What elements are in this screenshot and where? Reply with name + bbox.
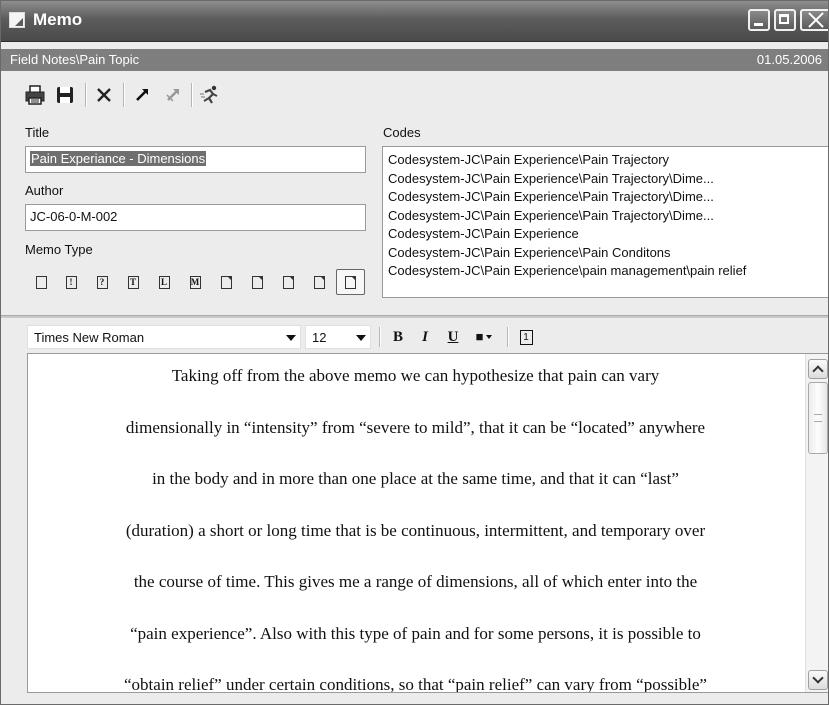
font-size-select[interactable]: 12: [305, 325, 371, 349]
codes-list[interactable]: Codesystem-JC\Pain Experience\Pain Traje…: [382, 146, 828, 298]
memo-path-bar: Field Notes\Pain Topic 01.05.2006: [1, 49, 828, 71]
code-item[interactable]: Codesystem-JC\Pain Experience\pain manag…: [388, 262, 825, 281]
memo-text-line: dimensionally in “intensity” from “sever…: [125, 417, 706, 437]
close-icon[interactable]: [800, 9, 828, 31]
page-number: 1: [519, 329, 533, 345]
code-item[interactable]: Codesystem-JC\Pain Experience\Pain Traje…: [388, 188, 825, 207]
print-icon[interactable]: [23, 83, 47, 107]
toolbar-separator: [191, 83, 193, 107]
code-item[interactable]: Codesystem-JC\Pain Experience\Pain Traje…: [388, 207, 825, 226]
chevron-down-icon: [356, 335, 366, 341]
memo-type-selector: ! ? T L M: [25, 269, 367, 295]
chevron-down-icon: [486, 335, 493, 339]
memo-toolbar: [1, 77, 828, 115]
run-icon[interactable]: [198, 83, 222, 107]
toolbar-separator: [123, 83, 125, 107]
memo-text-line: “pain experience”. Also with this type o…: [130, 623, 701, 643]
memo-type-color-4[interactable]: [307, 269, 331, 295]
scroll-up-icon[interactable]: [808, 359, 828, 379]
chevron-down-icon: [286, 335, 296, 341]
memo-text-line: the course of time. This gives me a rang…: [133, 572, 698, 591]
author-label: Author: [25, 183, 64, 198]
author-value: JC-06-0-M-002: [30, 209, 118, 224]
unlink-icon[interactable]: [161, 83, 185, 107]
memo-text-editor[interactable]: Taking off from the above memo we can hy…: [27, 353, 828, 693]
memo-type-color-2[interactable]: [245, 269, 269, 295]
bold-button[interactable]: B: [387, 327, 409, 347]
title-bar[interactable]: Memo: [1, 1, 828, 42]
codes-label: Codes: [383, 125, 421, 140]
memo-type-glyph: [220, 275, 232, 289]
memo-text-line: (duration) a short or long time that is …: [125, 520, 706, 540]
memo-text-line: Taking off from the above memo we can hy…: [171, 366, 660, 385]
toolbar-separator: [507, 327, 509, 347]
memo-type-glyph: [345, 275, 356, 289]
memo-type-color-5[interactable]: [336, 269, 365, 295]
memo-type-glyph: M: [189, 275, 201, 289]
memo-type-glyph: T: [127, 275, 139, 289]
font-family-value: Times New Roman: [34, 330, 145, 345]
memo-type-glyph: [251, 275, 263, 289]
memo-type-important[interactable]: !: [59, 269, 83, 295]
underline-button[interactable]: U: [442, 327, 464, 347]
memo-app-icon: [9, 12, 25, 28]
title-label: Title: [25, 125, 50, 140]
memo-type-method[interactable]: M: [183, 269, 207, 295]
memo-type-glyph: [35, 275, 47, 289]
toolbar-separator: [85, 83, 87, 107]
memo-type-glyph: !: [65, 275, 77, 289]
page-icon[interactable]: 1: [517, 327, 535, 347]
memo-type-label: Memo Type: [25, 242, 93, 257]
memo-type-color-1[interactable]: [214, 269, 238, 295]
text-color-button[interactable]: ■: [469, 327, 499, 347]
code-item[interactable]: Codesystem-JC\Pain Experience\Pain Traje…: [388, 151, 825, 170]
italic-button[interactable]: I: [414, 327, 436, 347]
memo-type-question[interactable]: ?: [90, 269, 114, 295]
code-item[interactable]: Codesystem-JC\Pain Experience\Pain Condi…: [388, 244, 825, 263]
format-toolbar: Times New Roman 12 B I U ■ 1: [1, 323, 828, 351]
window-title: Memo: [33, 10, 83, 29]
title-field[interactable]: Pain Experiance - Dimensions: [25, 146, 366, 173]
pane-divider[interactable]: [1, 315, 828, 318]
minimize-icon[interactable]: [748, 9, 770, 31]
memo-text-body: Taking off from the above memo we can hy…: [28, 354, 803, 693]
code-item[interactable]: Codesystem-JC\Pain Experience: [388, 225, 825, 244]
scrollbar-thumb[interactable]: [808, 382, 828, 454]
delete-icon[interactable]: [92, 83, 116, 107]
author-field[interactable]: JC-06-0-M-002: [25, 204, 366, 231]
memo-location-path: Field Notes\Pain Topic: [10, 52, 140, 67]
memo-date: 01.05.2006: [756, 52, 822, 67]
link-icon[interactable]: [130, 83, 154, 107]
vertical-scrollbar[interactable]: [805, 354, 828, 692]
memo-type-glyph: ?: [96, 275, 108, 289]
memo-type-glyph: L: [158, 275, 170, 289]
memo-type-color-3[interactable]: [276, 269, 300, 295]
memo-type-glyph: [282, 275, 294, 289]
memo-text-line: in the body and in more than one place a…: [152, 469, 679, 488]
memo-text-line: “obtain relief” under certain conditions…: [124, 675, 707, 693]
code-item[interactable]: Codesystem-JC\Pain Experience\Pain Traje…: [388, 170, 825, 189]
save-icon[interactable]: [53, 83, 77, 107]
memo-type-glyph: [313, 275, 325, 289]
scroll-down-icon[interactable]: [808, 670, 828, 690]
title-value: Pain Experiance - Dimensions: [30, 151, 207, 166]
font-size-value: 12: [312, 330, 327, 345]
memo-type-blank[interactable]: [29, 269, 53, 295]
memo-type-literature[interactable]: L: [152, 269, 176, 295]
memo-window: Memo Field Notes\Pain Topic 01.05.2006 T: [0, 0, 829, 705]
text-color-swatch: ■: [475, 329, 484, 344]
font-family-select[interactable]: Times New Roman: [27, 325, 301, 349]
toolbar-separator: [379, 327, 381, 347]
maximize-icon[interactable]: [774, 9, 796, 31]
memo-type-theory[interactable]: T: [121, 269, 145, 295]
